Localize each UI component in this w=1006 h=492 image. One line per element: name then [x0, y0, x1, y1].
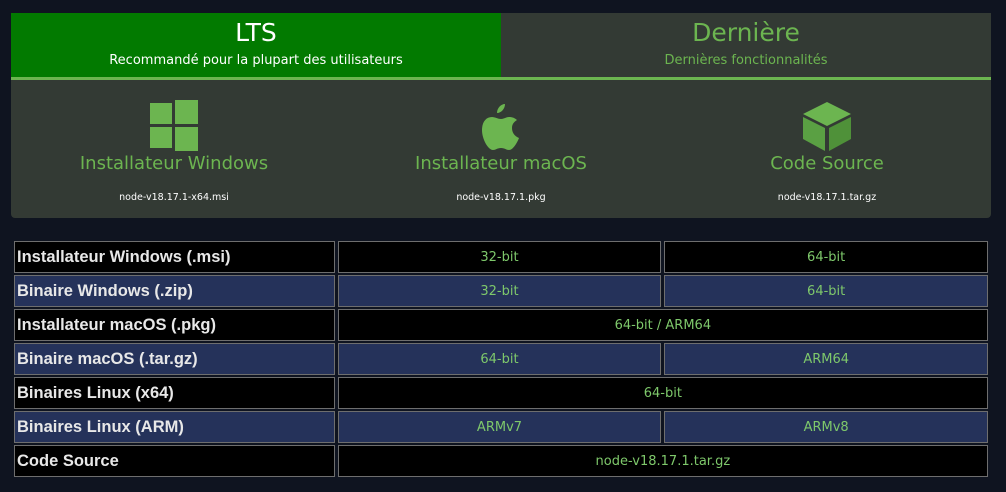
download-source-label: Code Source: [770, 153, 884, 174]
tab-lts[interactable]: LTS Recommandé pour la plupart des utili…: [11, 13, 501, 77]
download-macos-filename: node-v18.17.1.pkg: [456, 192, 546, 203]
download-windows-label: Installateur Windows: [79, 153, 269, 174]
download-source-code[interactable]: Code Source node-v18.17.1.tar.gz: [664, 80, 990, 218]
row-label: Binaire Windows (.zip): [14, 275, 335, 307]
tab-lts-subtitle: Recommandé pour la plupart des utilisate…: [109, 53, 403, 68]
download-link[interactable]: node-v18.17.1.tar.gz: [337, 445, 988, 477]
download-link[interactable]: 64-bit: [664, 241, 988, 273]
table-row: Binaires Linux (x64) 64-bit: [14, 377, 988, 409]
download-link[interactable]: ARMv8: [664, 411, 988, 443]
cube-icon: [803, 102, 851, 151]
tab-latest[interactable]: Dernière Dernières fonctionnalités: [501, 13, 991, 77]
download-link[interactable]: ARM64: [664, 343, 988, 375]
download-link[interactable]: 64-bit / ARM64: [337, 309, 988, 341]
download-link[interactable]: 64-bit: [337, 377, 988, 409]
tab-lts-title: LTS: [235, 18, 277, 47]
download-macos-label: Installateur macOS: [415, 153, 587, 174]
row-label: Binaires Linux (ARM): [14, 411, 335, 443]
row-label: Code Source: [14, 445, 335, 477]
table-row: Binaires Linux (ARM) ARMv7 ARMv8: [14, 411, 988, 443]
table-row: Binaire Windows (.zip) 32-bit 64-bit: [14, 275, 988, 307]
row-label: Binaire macOS (.tar.gz): [14, 343, 335, 375]
download-table: Installateur Windows (.msi) 32-bit 64-bi…: [11, 239, 991, 479]
apple-icon: [482, 104, 519, 150]
windows-icon: [150, 100, 198, 151]
table-row: Code Source node-v18.17.1.tar.gz: [14, 445, 988, 477]
row-label: Installateur Windows (.msi): [14, 241, 335, 273]
download-link[interactable]: 64-bit: [337, 343, 662, 375]
table-row: Installateur Windows (.msi) 32-bit 64-bi…: [14, 241, 988, 273]
download-windows-filename: node-v18.17.1-x64.msi: [119, 192, 229, 203]
tab-latest-title: Dernière: [692, 18, 800, 47]
download-source-filename: node-v18.17.1.tar.gz: [777, 192, 877, 203]
table-row: Binaire macOS (.tar.gz) 64-bit ARM64: [14, 343, 988, 375]
table-row: Installateur macOS (.pkg) 64-bit / ARM64: [14, 309, 988, 341]
download-macos-installer[interactable]: Installateur macOS node-v18.17.1.pkg: [338, 80, 664, 218]
row-label: Binaires Linux (x64): [14, 377, 335, 409]
download-panel: Installateur Windows node-v18.17.1-x64.m…: [11, 77, 991, 218]
release-tabs: LTS Recommandé pour la plupart des utili…: [11, 13, 991, 77]
tab-latest-subtitle: Dernières fonctionnalités: [664, 53, 828, 68]
row-label: Installateur macOS (.pkg): [14, 309, 335, 341]
download-link[interactable]: ARMv7: [337, 411, 662, 443]
download-windows-installer[interactable]: Installateur Windows node-v18.17.1-x64.m…: [11, 80, 337, 218]
download-link[interactable]: 32-bit: [337, 241, 662, 273]
download-link[interactable]: 32-bit: [337, 275, 662, 307]
download-link[interactable]: 64-bit: [664, 275, 988, 307]
